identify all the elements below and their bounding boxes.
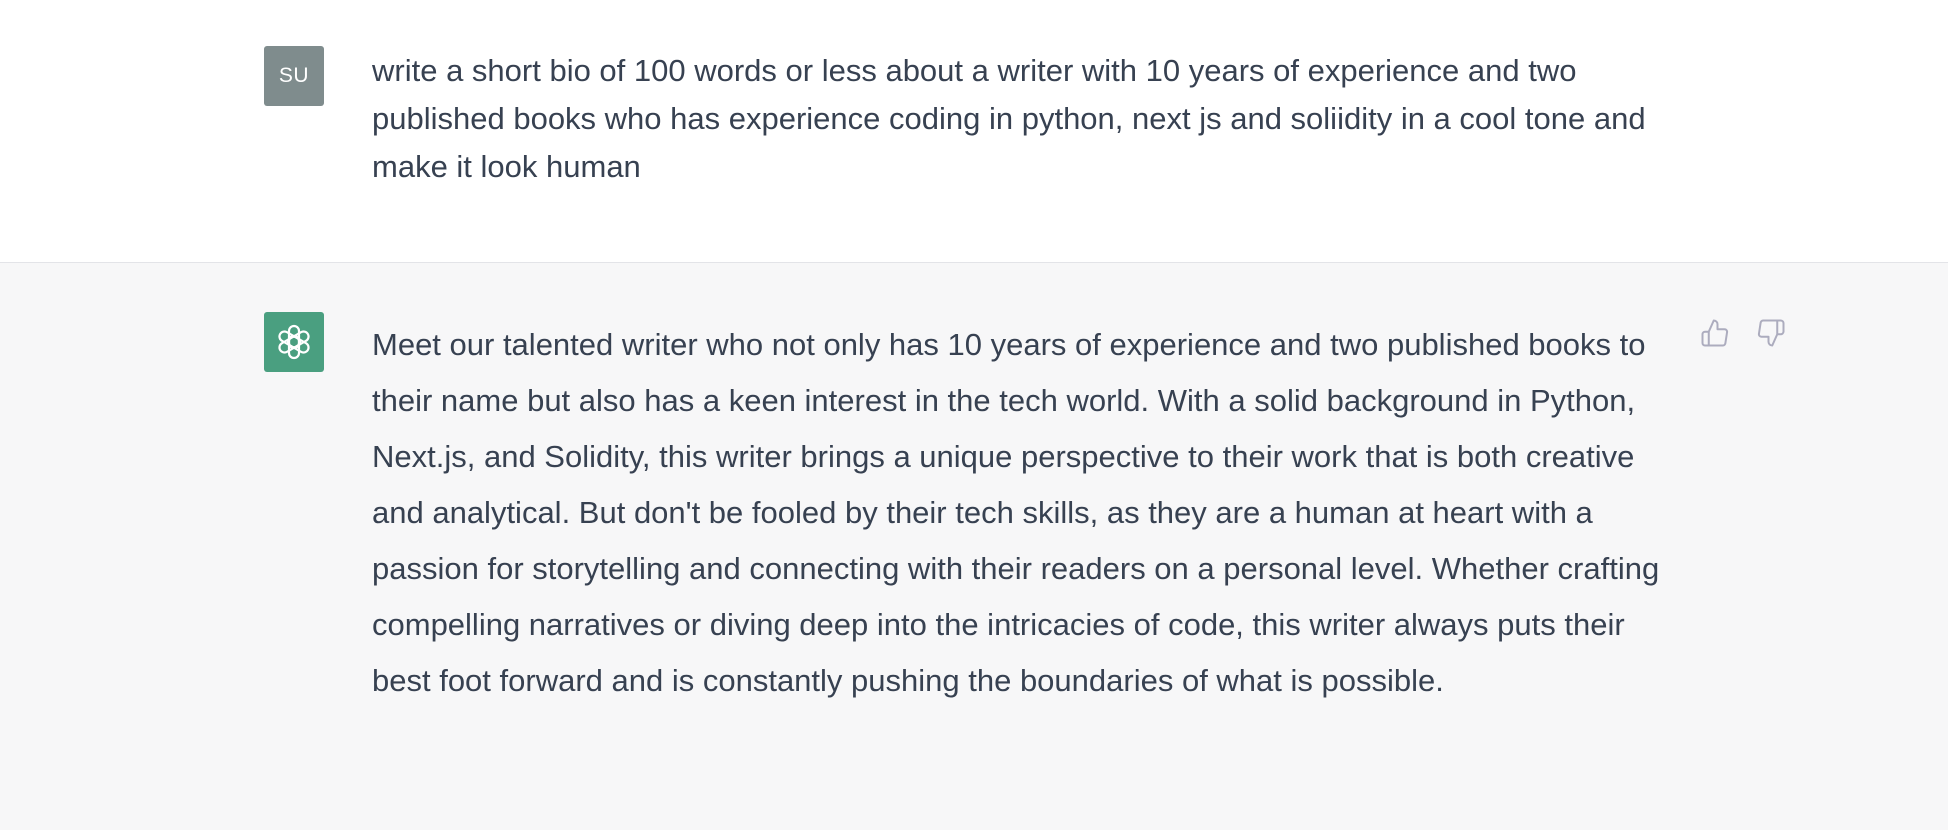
assistant-message: Meet our talented writer who not only ha… bbox=[0, 263, 1948, 830]
openai-logo-icon bbox=[278, 324, 310, 360]
user-avatar-initials: SU bbox=[278, 64, 310, 87]
user-message: SU write a short bio of 100 words or les… bbox=[0, 0, 1948, 263]
feedback-controls bbox=[1698, 316, 1788, 350]
assistant-message-text: Meet our talented writer who not only ha… bbox=[372, 327, 1660, 698]
user-avatar: SU bbox=[264, 46, 324, 106]
thumbs-down-button[interactable] bbox=[1754, 316, 1788, 350]
thumbs-up-icon bbox=[1701, 319, 1729, 347]
assistant-avatar bbox=[264, 312, 324, 372]
user-message-text: write a short bio of 100 words or less a… bbox=[372, 53, 1646, 184]
thumbs-down-icon bbox=[1757, 319, 1785, 347]
conversation-thread: SU write a short bio of 100 words or les… bbox=[0, 0, 1948, 830]
thumbs-up-button[interactable] bbox=[1698, 316, 1732, 350]
